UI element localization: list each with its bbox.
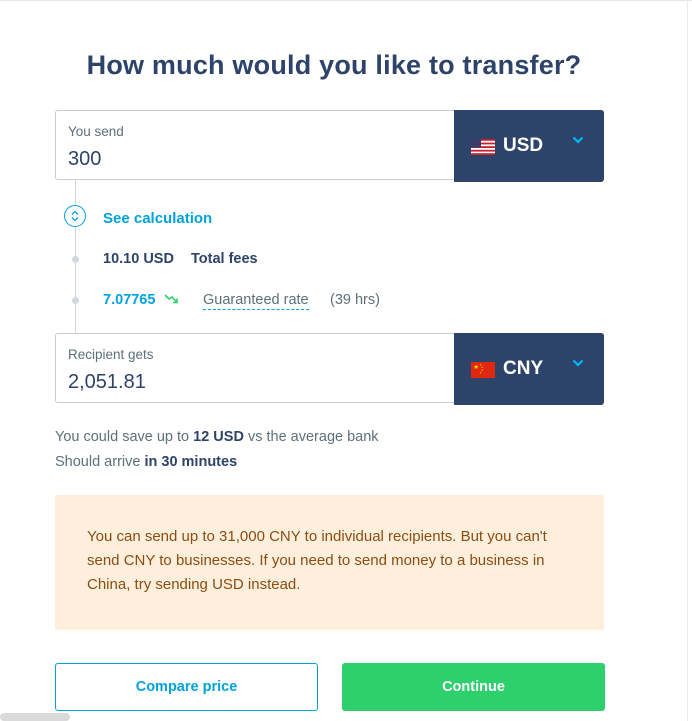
- receive-label: Recipient gets: [68, 347, 154, 362]
- send-amount-input[interactable]: 300: [68, 148, 101, 171]
- fee-amount: 10.10 USD: [103, 251, 174, 267]
- send-amount-box: You send 300 USD: [55, 110, 604, 182]
- continue-button[interactable]: Continue: [342, 663, 605, 711]
- receive-currency-code: CNY: [503, 358, 544, 379]
- right-divider: [687, 0, 688, 721]
- send-label: You send: [68, 124, 124, 139]
- top-divider: [0, 0, 692, 1]
- receive-amount-input[interactable]: 2,051.81: [68, 371, 146, 394]
- savings-summary: You could save up to 12 USD vs the avera…: [55, 425, 379, 475]
- arrival-time: in 30 minutes: [144, 454, 238, 470]
- exchange-rate-value: 7.07765: [103, 292, 156, 308]
- rate-duration: (39 hrs): [330, 292, 380, 308]
- savings-line: You could save up to 12 USD vs the avera…: [55, 425, 379, 450]
- compare-price-button[interactable]: Compare price: [55, 663, 318, 711]
- arrival-prefix: Should arrive: [55, 454, 141, 470]
- china-flag-icon: ★ ★ ★ ★ ★: [471, 362, 495, 378]
- timeline-dot: [72, 297, 79, 304]
- send-currency-selector[interactable]: USD: [454, 110, 604, 182]
- receive-currency-selector[interactable]: ★ ★ ★ ★ ★ CNY: [454, 333, 604, 405]
- savings-prefix: You could save up to: [55, 429, 190, 445]
- notice-text: You can send up to 31,000 CNY to individ…: [87, 528, 547, 593]
- page-title: How much would you like to transfer?: [86, 50, 582, 80]
- send-currency-code: USD: [503, 135, 544, 156]
- chevron-down-icon: [572, 136, 584, 144]
- timeline-dot: [72, 256, 79, 263]
- expand-collapse-icon[interactable]: [64, 205, 86, 227]
- chevron-down-icon: [572, 359, 584, 367]
- fee-label: Total fees: [191, 251, 258, 267]
- see-calculation-link[interactable]: See calculation: [103, 210, 212, 227]
- receive-amount-box: Recipient gets 2,051.81 ★ ★ ★ ★ ★ CNY: [55, 333, 604, 405]
- trend-down-icon: [164, 294, 178, 304]
- arrival-line: Should arrive in 30 minutes: [55, 450, 379, 475]
- savings-suffix: vs the average bank: [247, 429, 379, 445]
- cny-limit-notice: You can send up to 31,000 CNY to individ…: [55, 495, 604, 630]
- svg-text:★: ★: [473, 363, 479, 371]
- guaranteed-rate-link[interactable]: Guaranteed rate: [203, 292, 309, 310]
- us-flag-icon: [471, 139, 495, 155]
- savings-amount: 12 USD: [193, 429, 244, 445]
- horizontal-scrollbar[interactable]: [0, 713, 70, 721]
